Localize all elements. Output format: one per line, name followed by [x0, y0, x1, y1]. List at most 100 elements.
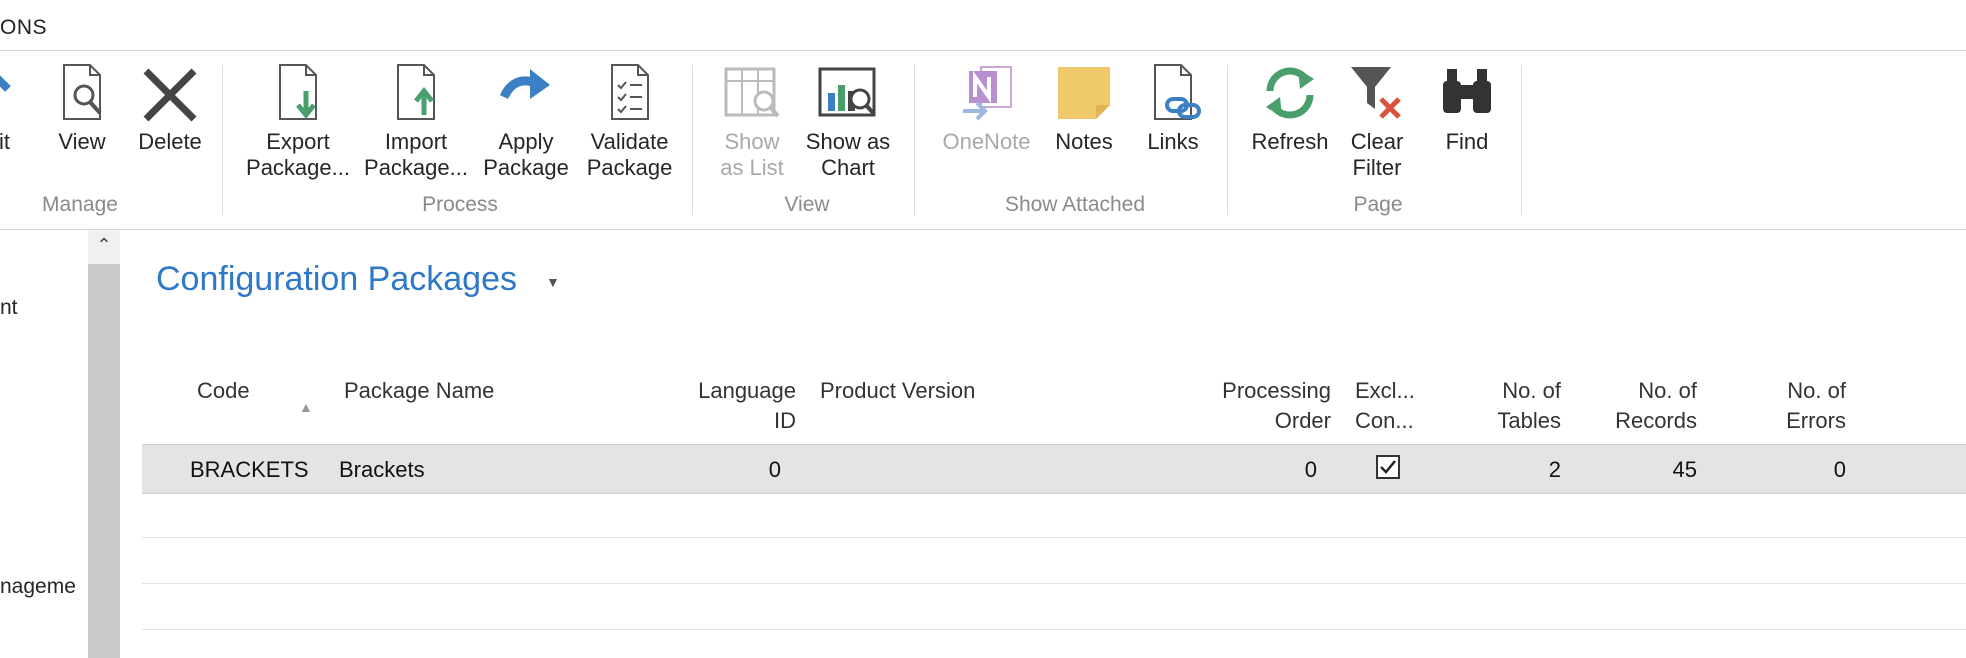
- edit-button[interactable]: it: [0, 61, 20, 155]
- import-label-2: Package...: [364, 155, 468, 180]
- navigation-scrollbar[interactable]: ⌃: [88, 230, 120, 658]
- cell-language-id[interactable]: 0: [701, 457, 781, 483]
- ribbon-tab-bar: ONS: [0, 0, 1966, 51]
- refresh-icon: [1266, 67, 1314, 119]
- refresh-label: Refresh: [1251, 129, 1329, 154]
- notes-button[interactable]: Notes: [1048, 61, 1120, 155]
- column-header-no-of-records-line1: No. of: [1638, 378, 1697, 403]
- row-divider: [142, 583, 1966, 584]
- column-header-no-of-tables-line1: No. of: [1502, 378, 1561, 403]
- column-header-package-name[interactable]: Package Name: [344, 376, 494, 406]
- pencil-icon: [0, 75, 11, 92]
- cell-code[interactable]: BRACKETS: [190, 457, 309, 483]
- view-button[interactable]: View: [50, 61, 114, 155]
- validate-label-1: Validate: [590, 129, 669, 154]
- ribbon-separator: [222, 65, 223, 215]
- show-as-list-label-1: Show: [724, 129, 780, 154]
- cell-processing-order[interactable]: 0: [1231, 457, 1317, 483]
- scrollbar-thumb[interactable]: [88, 264, 120, 658]
- cell-no-of-tables[interactable]: 2: [1461, 457, 1561, 483]
- column-header-language-id[interactable]: Language ID: [661, 376, 796, 436]
- show-as-chart-label-2: Chart: [821, 155, 875, 180]
- delete-label: Delete: [138, 129, 202, 154]
- apply-label-1: Apply: [498, 129, 554, 154]
- onenote-icon: [962, 66, 1012, 121]
- column-header-language-id-line1: Language: [698, 378, 796, 403]
- ribbon-separator: [692, 65, 693, 215]
- ribbon: it View Delete Manage Export Package...: [0, 51, 1966, 230]
- export-label-1: Export: [266, 129, 330, 154]
- delete-button[interactable]: Delete: [130, 61, 210, 155]
- find-button[interactable]: Find: [1432, 61, 1502, 155]
- cell-package-name[interactable]: Brackets: [339, 457, 425, 483]
- column-header-code[interactable]: Code: [197, 376, 250, 406]
- ribbon-separator: [1227, 65, 1228, 215]
- column-header-no-of-errors-line1: No. of: [1787, 378, 1846, 403]
- links-label: Links: [1147, 129, 1199, 154]
- row-divider: [142, 629, 1966, 630]
- binoculars-icon: [1443, 69, 1491, 113]
- view-document-icon: [63, 64, 102, 120]
- column-header-processing-order[interactable]: Processing Order: [1191, 376, 1331, 436]
- onenote-button[interactable]: OneNote: [934, 61, 1039, 155]
- row-divider: [142, 537, 1966, 538]
- validate-package-button[interactable]: Validate Package: [582, 61, 677, 181]
- export-package-button[interactable]: Export Package...: [245, 61, 351, 181]
- export-label-2: Package...: [246, 155, 350, 180]
- column-header-exclude-config[interactable]: Excl... Con...: [1355, 376, 1415, 436]
- view-label: View: [58, 129, 106, 154]
- show-as-chart-button[interactable]: Show as Chart: [800, 61, 896, 181]
- refresh-button[interactable]: Refresh: [1245, 61, 1335, 155]
- apply-package-button[interactable]: Apply Package: [481, 61, 571, 181]
- chevron-down-icon[interactable]: ▼: [546, 274, 560, 290]
- show-as-list-label-2: as List: [720, 155, 784, 180]
- links-button[interactable]: Links: [1138, 61, 1208, 155]
- ribbon-tab-actions[interactable]: ONS: [0, 16, 47, 40]
- show-as-chart-label-1: Show as: [805, 129, 891, 154]
- export-icon: [279, 64, 317, 120]
- nav-item[interactable]: nageme: [0, 575, 76, 599]
- column-header-no-of-tables-line2: Tables: [1497, 408, 1561, 433]
- sort-ascending-icon: ▲: [299, 399, 313, 415]
- delete-x-icon: [143, 68, 197, 122]
- edit-label: it: [0, 129, 10, 154]
- page-title[interactable]: Configuration Packages: [156, 260, 517, 299]
- column-header-product-version[interactable]: Product Version: [820, 376, 975, 406]
- import-package-button[interactable]: Import Package...: [363, 61, 469, 181]
- column-header-no-of-errors[interactable]: No. of Errors: [1711, 376, 1846, 436]
- link-icon: [1154, 64, 1201, 120]
- cell-no-of-errors[interactable]: 0: [1741, 457, 1846, 483]
- group-manage-label: Manage: [42, 193, 118, 216]
- group-view-label: View: [784, 193, 830, 216]
- apply-label-2: Package: [483, 155, 569, 180]
- exclude-config-checkbox[interactable]: [1376, 455, 1400, 479]
- checkmark-icon: [1380, 460, 1396, 474]
- validate-label-2: Package: [586, 155, 673, 180]
- sticky-note-icon: [1058, 67, 1110, 119]
- clear-filter-button[interactable]: Clear Filter: [1342, 61, 1412, 181]
- scroll-up-arrow-icon[interactable]: ⌃: [88, 230, 120, 260]
- notes-label: Notes: [1055, 129, 1113, 154]
- column-header-no-of-records-line2: Records: [1615, 408, 1697, 433]
- cell-no-of-records[interactable]: 45: [1591, 457, 1697, 483]
- navigation-pane: nt nageme: [0, 230, 88, 658]
- clear-filter-icon: [1351, 67, 1401, 119]
- import-icon: [397, 64, 435, 120]
- column-header-language-id-line2: ID: [774, 408, 796, 433]
- column-header-no-of-tables[interactable]: No. of Tables: [1441, 376, 1561, 436]
- clear-filter-label-2: Filter: [1352, 155, 1402, 180]
- show-as-list-button[interactable]: Show as List: [710, 61, 794, 181]
- nav-item[interactable]: nt: [0, 296, 18, 320]
- column-header-processing-order-line2: Order: [1274, 408, 1331, 433]
- import-label-1: Import: [384, 129, 448, 154]
- column-header-no-of-errors-line2: Errors: [1786, 408, 1846, 433]
- column-header-processing-order-line1: Processing: [1222, 378, 1331, 403]
- list-view-icon: [724, 67, 780, 118]
- column-header-exclude-config-line1: Excl...: [1355, 378, 1415, 403]
- column-header-exclude-config-line2: Con...: [1355, 408, 1414, 433]
- find-label: Find: [1445, 129, 1489, 154]
- onenote-label: OneNote: [942, 129, 1031, 154]
- ribbon-separator: [914, 65, 915, 215]
- chart-view-icon: [818, 67, 876, 117]
- column-header-no-of-records[interactable]: No. of Records: [1561, 376, 1697, 436]
